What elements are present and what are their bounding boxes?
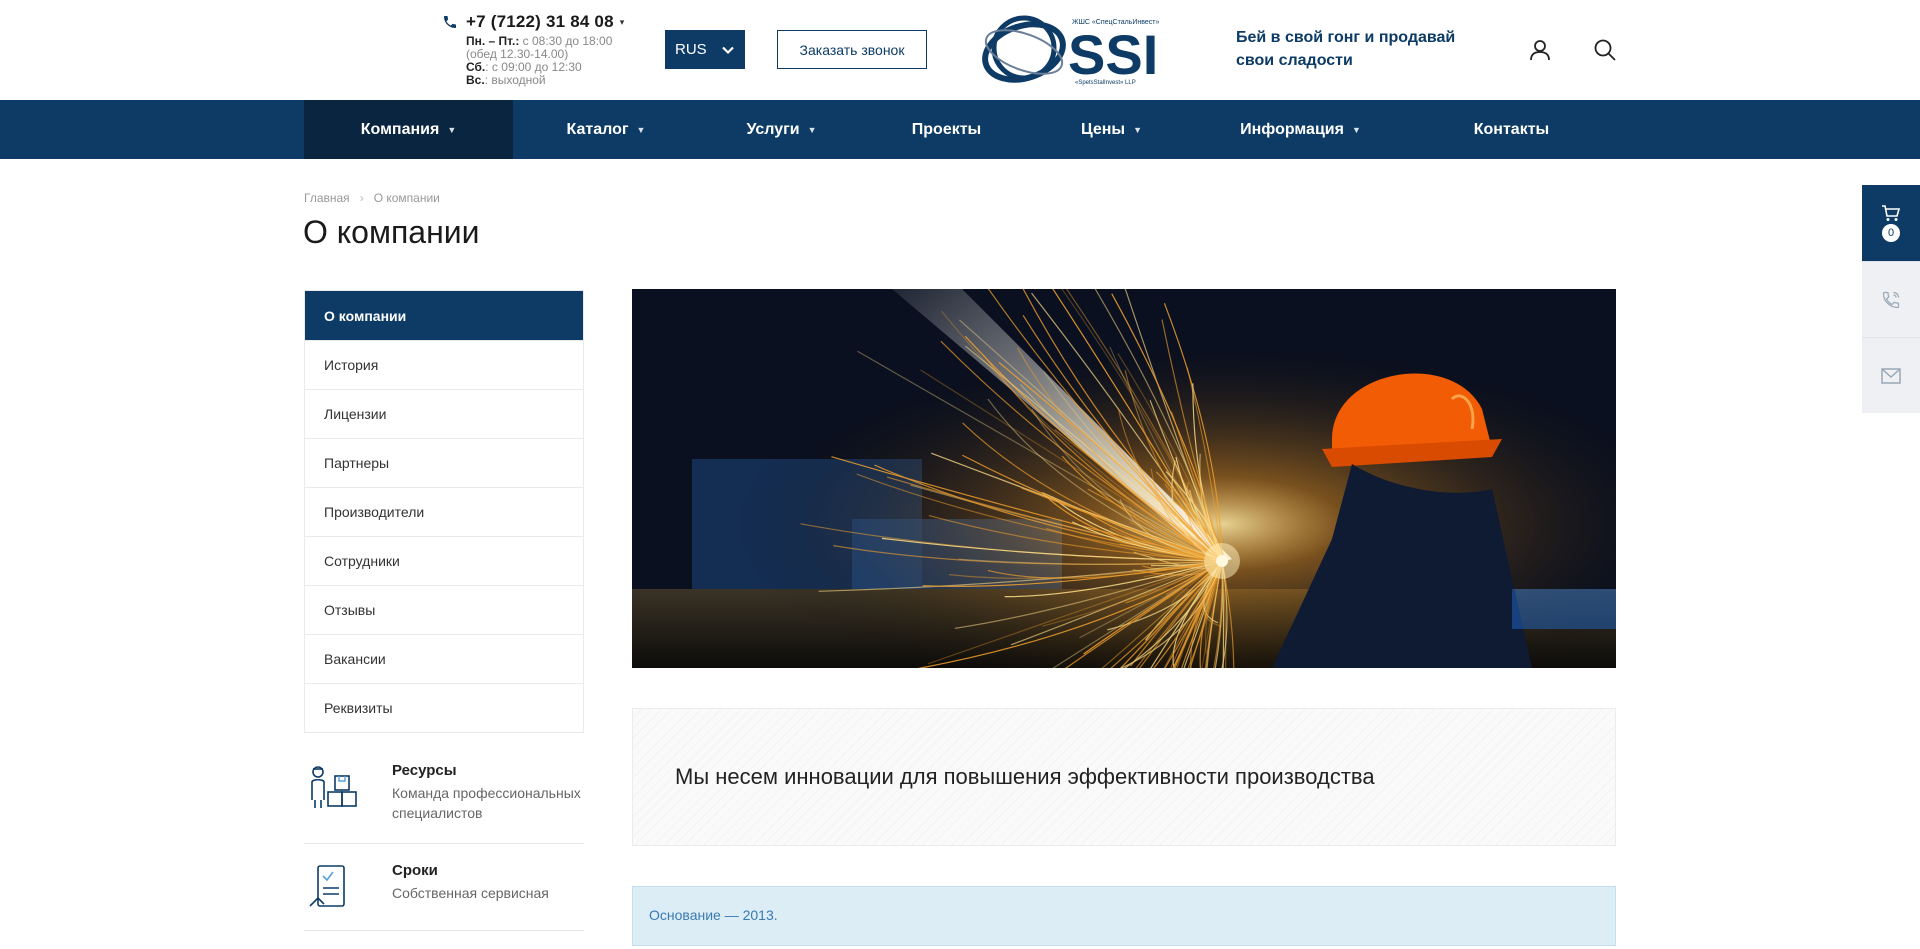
document-check-icon (309, 865, 345, 907)
feature-item: Сроки Собственная сервисная (304, 862, 584, 931)
phone-icon (444, 16, 456, 28)
chevron-down-icon[interactable]: ▾ (620, 17, 625, 28)
site-header: +7 (7122) 31 84 08 ▾ Пн. – Пт.: с 08:30 … (0, 0, 1920, 100)
cart-count-badge: 0 (1882, 224, 1900, 242)
nav-item-information[interactable]: Информация ▼ (1194, 100, 1407, 159)
welder-sparks-image (632, 289, 1616, 668)
callback-button[interactable]: Заказать звонок (777, 30, 927, 69)
breadcrumb-current: О компании (373, 191, 440, 205)
hero-image (632, 289, 1616, 668)
chevron-down-icon: ▼ (636, 124, 646, 135)
sidebar-menu: О компании История Лицензии Партнеры Про… (304, 290, 584, 733)
chevron-down-icon (722, 46, 734, 54)
chevron-down-icon: ▼ (447, 124, 457, 135)
feature-text: Собственная сервисная (392, 885, 549, 901)
nav-item-company[interactable]: Компания ▼ (304, 100, 513, 159)
phone-row[interactable]: +7 (7122) 31 84 08 ▾ (442, 12, 624, 32)
feature-text: Команда профессиональных специалистов (392, 785, 581, 821)
search-icon[interactable] (1593, 38, 1617, 62)
main-nav: Компания ▼ Каталог ▼ Услуги ▼ Проекты Цены ▼… (0, 100, 1920, 159)
sidebar-item-requisites[interactable]: Реквизиты (305, 683, 583, 732)
working-hours: Пн. – Пт.: с 08:30 до 18:00 (обед 12.30-… (466, 35, 624, 87)
nav-item-contacts[interactable]: Контакты (1407, 100, 1616, 159)
sidebar-item-reviews[interactable]: Отзывы (305, 585, 583, 634)
mail-icon (1881, 367, 1901, 384)
slogan: Бей в свой гонг и продавай свои сладости (1236, 29, 1456, 69)
sidebar-item-history[interactable]: История (305, 340, 583, 389)
language-selector[interactable]: RUS (665, 30, 745, 69)
sidebar-item-staff[interactable]: Сотрудники (305, 536, 583, 585)
sidebar-item-licenses[interactable]: Лицензии (305, 389, 583, 438)
language-label: RUS (675, 41, 707, 58)
cart-button[interactable]: 0 (1862, 185, 1920, 261)
nav-item-projects[interactable]: Проекты (864, 100, 1029, 159)
sidebar-item-partners[interactable]: Партнеры (305, 438, 583, 487)
founding-info: Основание — 2013. (632, 886, 1616, 946)
features-list: Ресурсы Команда профессиональных специал… (304, 762, 584, 949)
mission-banner: Мы несем инновации для повышения эффекти… (632, 708, 1616, 846)
feature-title: Сроки (392, 862, 438, 879)
sidebar-item-vacancies[interactable]: Вакансии (305, 634, 583, 683)
chevron-down-icon: ▼ (1351, 124, 1361, 135)
feature-title: Ресурсы (392, 762, 457, 779)
user-icon[interactable] (1528, 38, 1552, 62)
logo-top-caption: ЖШС «СпецСтальИнвест» (1072, 19, 1159, 26)
page-title: О компании (303, 214, 480, 250)
breadcrumb-separator: › (359, 191, 364, 205)
sidebar-item-about[interactable]: О компании (305, 291, 583, 340)
phone-number[interactable]: +7 (7122) 31 84 08 (466, 12, 614, 32)
breadcrumb-home[interactable]: Главная (304, 191, 350, 205)
sidebar-item-manufacturers[interactable]: Производители (305, 487, 583, 536)
breadcrumb: Главная › О компании (304, 191, 440, 205)
chevron-down-icon: ▼ (807, 124, 817, 135)
logo-globe-icon (982, 15, 1066, 83)
nav-item-prices[interactable]: Цены ▼ (1029, 100, 1194, 159)
mission-text: Мы несем инновации для повышения эффекти… (675, 764, 1375, 789)
logo-text: SSI (1068, 23, 1158, 86)
worker-boxes-icon (311, 766, 357, 808)
logo-bottom-caption: «SpetsStalInvest» LLP (1075, 80, 1136, 86)
chevron-down-icon: ▼ (1133, 124, 1143, 135)
phone-icon (1882, 291, 1900, 308)
mail-float-button[interactable] (1862, 337, 1920, 413)
feature-item: Ресурсы Команда профессиональных специал… (304, 762, 584, 844)
company-logo[interactable]: SSI ЖШС «СпецСтальИнвест» «SpetsStalInve… (980, 8, 1165, 92)
callback-float-button[interactable] (1862, 261, 1920, 337)
contact-block: +7 (7122) 31 84 08 ▾ Пн. – Пт.: с 08:30 … (442, 12, 624, 87)
hours-line: Вс.: выходной (466, 73, 546, 87)
floating-panel: 0 (1862, 185, 1920, 413)
nav-item-services[interactable]: Услуги ▼ (699, 100, 864, 159)
cart-icon (1882, 205, 1901, 221)
nav-item-catalog[interactable]: Каталог ▼ (513, 100, 699, 159)
